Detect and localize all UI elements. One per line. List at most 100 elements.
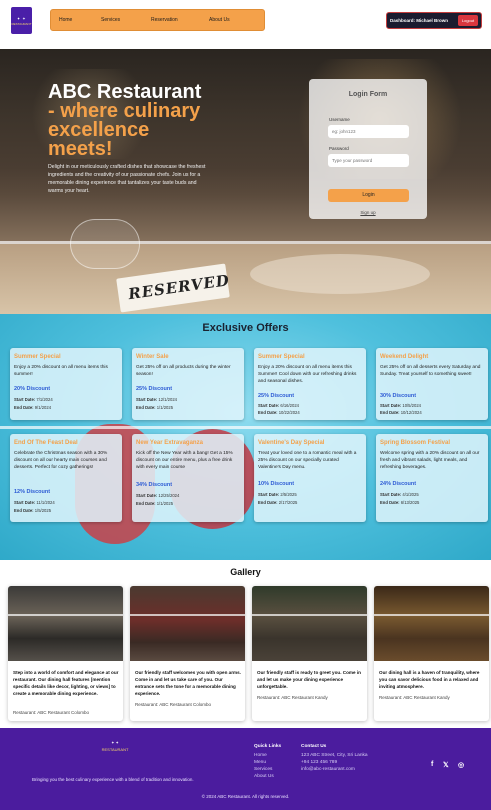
- gallery-image: [374, 586, 489, 661]
- offer-discount: 30% Discount: [380, 393, 417, 399]
- footer-logo-text: RESTAURANT: [101, 747, 129, 752]
- logo-mark: ✦ ✦: [16, 15, 27, 21]
- logout-button[interactable]: Logout: [458, 15, 478, 26]
- footer-link-services[interactable]: Services: [254, 767, 272, 772]
- instagram-icon[interactable]: ◎: [458, 761, 464, 769]
- offer-start-date: Start Date: 10/5/2024: [380, 403, 421, 408]
- login-title: Login Form: [348, 91, 388, 98]
- gallery-description: Our dining hall is a haven of tranquilit…: [379, 670, 480, 689]
- copyright: © 2024 ABC Restaurant. All rights reserv…: [201, 794, 290, 799]
- offer-card[interactable]: Summer Special Enjoy a 20% discount on a…: [10, 348, 122, 420]
- offer-description: Enjoy a 20% discount on all menu items t…: [258, 365, 357, 384]
- footer-link-menu[interactable]: Menu: [254, 760, 266, 765]
- hero-wine-glass: [70, 219, 140, 269]
- main-nav: Home Services Reservation About Us: [50, 9, 265, 31]
- offer-description: Get 25% off on all desserts every Saturd…: [380, 365, 481, 377]
- gallery-card[interactable]: Step into a world of comfort and eleganc…: [8, 586, 123, 721]
- gallery-title: Gallery: [230, 567, 261, 577]
- offers-section: Exclusive Offers Summer Special Enjoy a …: [0, 314, 491, 560]
- offer-title: New Year Extravaganza: [136, 440, 203, 446]
- gallery-image: [8, 586, 123, 661]
- offer-start-date: Start Date: 4/1/2025: [380, 492, 419, 497]
- offer-description: Celebrate the Christmas season with a 30…: [14, 451, 108, 470]
- signup-link[interactable]: Sign up: [309, 210, 427, 215]
- offer-end-date: End Date: 1/1/2025: [136, 405, 174, 410]
- restaurant-logo[interactable]: ✦ ✦ RESTAURANT: [11, 7, 32, 34]
- offer-start-date: Start Date: 6/16/2024: [258, 403, 299, 408]
- offer-end-date: End Date: 2/17/2025: [258, 500, 298, 505]
- twitter-icon[interactable]: 𝕏: [443, 761, 449, 769]
- offer-title: Summer Special: [14, 354, 61, 360]
- gallery-restaurant: Restaurant: ABC Restaurant Colombo: [13, 710, 90, 715]
- dashboard-user-label[interactable]: Dashboard: Michael Brown: [390, 18, 448, 23]
- gallery-restaurant: Restaurant: ABC Restaurant Kandy: [257, 695, 328, 700]
- hero-section: RESERVED ABC Restaurant - where culinary…: [0, 49, 491, 314]
- contact-address: 123 ABC Street, City, Sri Lanka: [301, 753, 368, 758]
- facebook-icon[interactable]: f: [431, 761, 433, 768]
- offer-start-date: Start Date: 12/1/2024: [136, 397, 177, 402]
- image-divider: [252, 614, 367, 616]
- offer-end-date: End Date: 1/5/2025: [14, 508, 52, 513]
- footer-tagline: Bringing you the best culinary experienc…: [32, 777, 194, 782]
- offer-discount: 20% Discount: [14, 386, 51, 392]
- hero-title: ABC Restaurant - where culinary excellen…: [48, 82, 218, 159]
- contact-title: Contact Us: [301, 744, 327, 749]
- footer-link-about-us[interactable]: About Us: [254, 774, 274, 779]
- offer-end-date: End Date: 10/12/2024: [380, 410, 422, 415]
- quick-links-title: Quick Links: [254, 744, 282, 749]
- gallery-image: [252, 586, 367, 661]
- hero-description: Delight in our meticulously crafted dish…: [48, 164, 206, 194]
- offer-description: Treat your loved one to a romantic meal …: [258, 451, 357, 470]
- offer-description: Welcome spring with a 20% discount on al…: [380, 451, 480, 470]
- hero-plate: [250, 254, 430, 294]
- offers-title: Exclusive Offers: [202, 322, 289, 334]
- logo-text: RESTAURANT: [11, 21, 32, 26]
- offer-card[interactable]: End Of The Feast Deal Celebrate the Chri…: [10, 434, 122, 522]
- gallery-restaurant: Restaurant: ABC Restaurant Kandy: [379, 695, 450, 700]
- section-divider: [0, 241, 491, 244]
- offer-title: End Of The Feast Deal: [14, 440, 78, 446]
- footer-logo-mark: ✦ ✦: [111, 740, 119, 745]
- gallery-description: Our friendly staff welcomes you with ope…: [135, 670, 241, 696]
- username-input[interactable]: [328, 125, 409, 138]
- nav-reservation[interactable]: Reservation: [151, 17, 178, 23]
- offer-card[interactable]: Winter Sale Get 25% off on all products …: [132, 348, 244, 420]
- offer-discount: 24% Discount: [380, 481, 417, 487]
- offer-card[interactable]: Summer Special Enjoy a 20% discount on a…: [254, 348, 366, 420]
- gallery-restaurant: Restaurant: ABC Restaurant Colombo: [135, 702, 212, 707]
- offer-discount: 25% Discount: [258, 393, 295, 399]
- nav-home[interactable]: Home: [59, 17, 72, 23]
- gallery-card[interactable]: Our friendly staff welcomes you with ope…: [130, 586, 245, 721]
- offer-discount: 25% Discount: [136, 386, 173, 392]
- user-dashboard: Dashboard: Michael Brown Logout: [386, 12, 482, 29]
- nav-services[interactable]: Services: [101, 17, 120, 23]
- password-input[interactable]: [328, 154, 409, 167]
- username-label: Username: [329, 117, 350, 122]
- gallery-card[interactable]: Our friendly staff is ready to greet you…: [252, 586, 367, 721]
- offer-card[interactable]: Spring Blossom Festival Welcome spring w…: [376, 434, 488, 522]
- offer-start-date: Start Date: 7/1/2024: [14, 397, 53, 402]
- offer-card[interactable]: Valentine's Day Special Treat your loved…: [254, 434, 366, 522]
- offer-title: Winter Sale: [136, 354, 169, 360]
- offer-start-date: Start Date: 11/1/2024: [14, 500, 55, 505]
- offer-description: Kick off the New Year with a bang! Get a…: [136, 451, 233, 470]
- offer-card[interactable]: Weekend Delight Get 25% off on all desse…: [376, 348, 488, 420]
- image-divider: [130, 614, 245, 616]
- offer-start-date: Start Date: 2/5/2025: [258, 492, 297, 497]
- gallery-image: [130, 586, 245, 661]
- reserved-sign-text: RESERVED: [127, 271, 231, 304]
- offer-card[interactable]: New Year Extravaganza Kick off the New Y…: [132, 434, 244, 522]
- offer-title: Summer Special: [258, 354, 305, 360]
- contact-email[interactable]: info@abc-restaurant.com: [301, 767, 355, 772]
- login-button[interactable]: Login: [328, 189, 409, 202]
- image-divider: [374, 614, 489, 616]
- image-divider: [8, 614, 123, 616]
- footer-logo[interactable]: ✦ ✦ RESTAURANT: [101, 740, 129, 758]
- nav-about-us[interactable]: About Us: [209, 17, 230, 23]
- footer-link-home[interactable]: Home: [254, 753, 267, 758]
- gallery-card[interactable]: Our dining hall is a haven of tranquilit…: [374, 586, 489, 721]
- gallery-description: Our friendly staff is ready to greet you…: [257, 670, 361, 689]
- contact-phone: +94 123 456 789: [301, 760, 338, 765]
- offer-end-date: End Date: 6/13/2025: [380, 500, 420, 505]
- offer-title: Weekend Delight: [380, 354, 429, 360]
